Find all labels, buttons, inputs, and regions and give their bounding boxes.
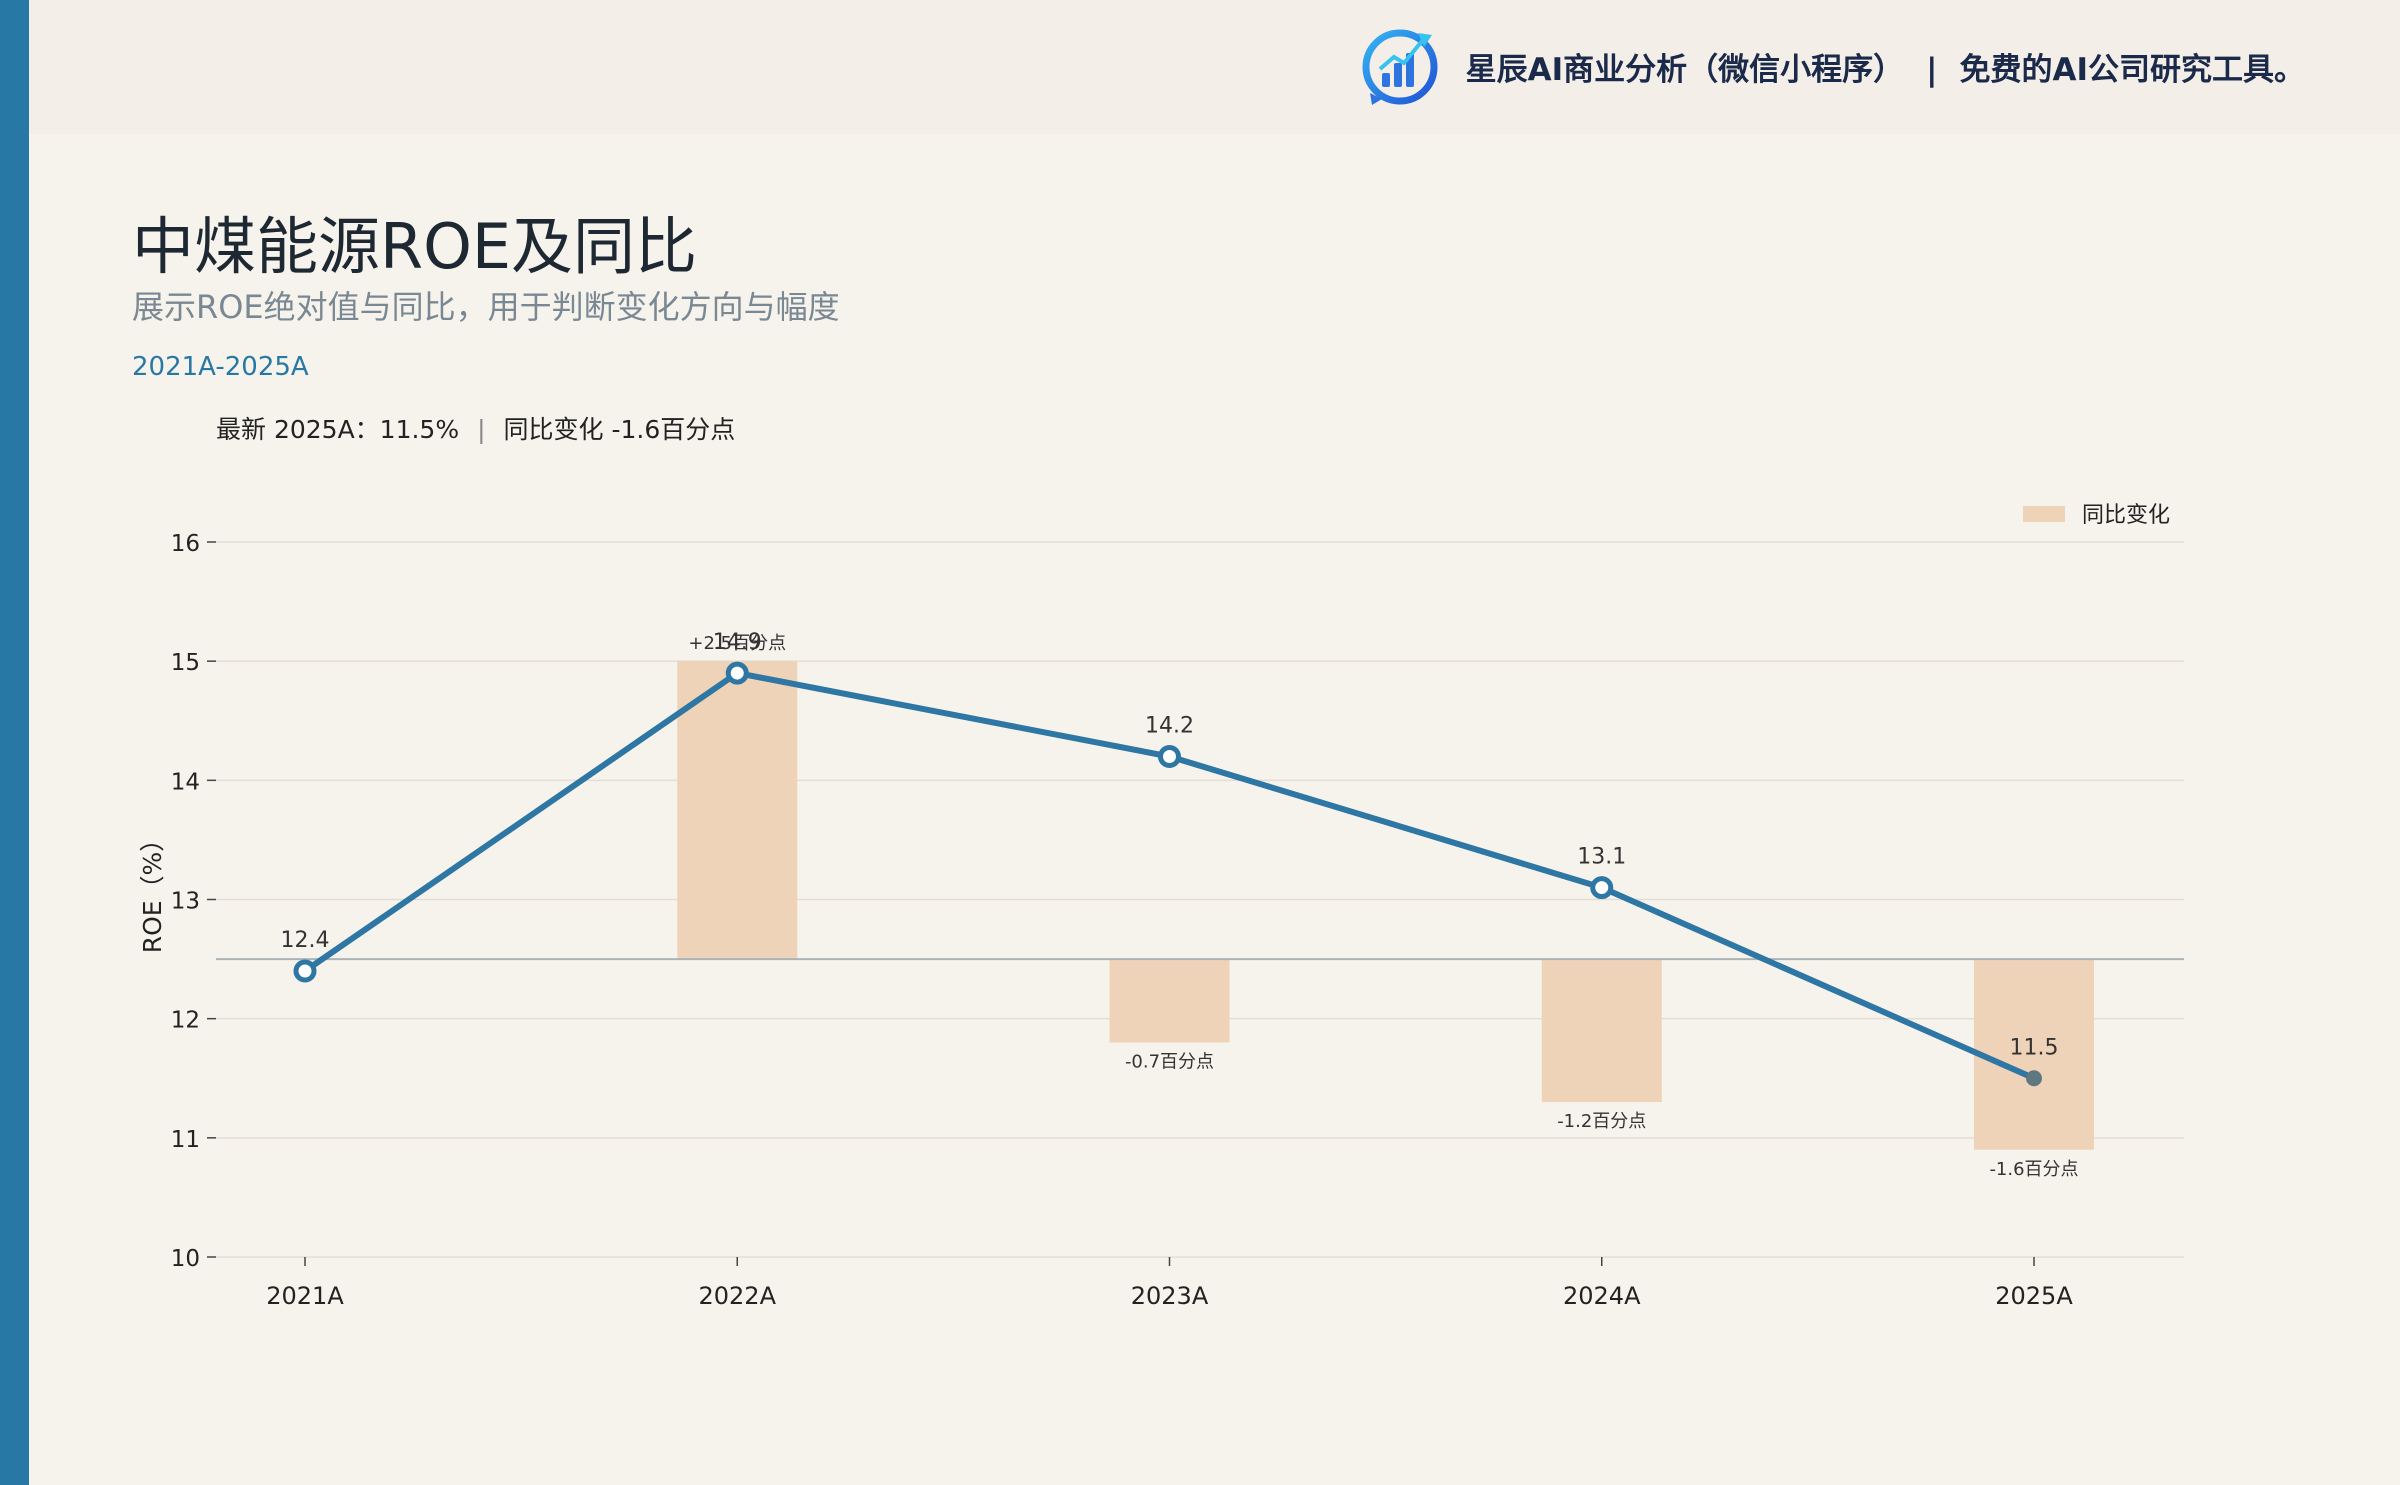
y-tick-label: 13: [171, 889, 200, 915]
yoy-bar: [1109, 959, 1230, 1043]
y-tick-label: 10: [171, 1246, 200, 1272]
yoy-bar-label: -1.2百分点: [1557, 1111, 1646, 1132]
yoy-bar-label: -1.6百分点: [1989, 1159, 2078, 1180]
y-tick-label: 14: [171, 769, 200, 795]
legend-swatch: [2023, 506, 2065, 522]
x-tick-label: 2022A: [699, 1282, 777, 1310]
roe-point: [1158, 745, 1181, 768]
roe-data-label: 14.9: [713, 630, 762, 655]
roe-data-label: 11.5: [2010, 1035, 2059, 1060]
roe-point: [293, 959, 317, 983]
roe-chart: 10111213141516ROE（%）+2.5百分点-0.7百分点-1.2百分…: [138, 503, 2184, 1310]
roe-point-latest: [2026, 1070, 2042, 1087]
legend-label: 同比变化: [2082, 503, 2170, 528]
x-tick-label: 2025A: [1995, 1282, 2073, 1310]
x-tick-label: 2021A: [266, 1282, 344, 1310]
x-tick-label: 2023A: [1131, 1282, 1209, 1310]
roe-data-label: 12.4: [281, 928, 330, 953]
yoy-bar-label: -0.7百分点: [1125, 1052, 1214, 1073]
y-axis-label: ROE（%）: [138, 827, 167, 954]
y-tick-label: 15: [171, 650, 200, 676]
yoy-bar: [677, 661, 798, 960]
roe-data-label: 13.1: [1577, 845, 1626, 870]
y-tick-label: 11: [171, 1127, 200, 1153]
roe-point: [725, 661, 749, 685]
x-tick-label: 2024A: [1563, 1282, 1641, 1310]
yoy-bar: [1541, 959, 1662, 1103]
roe-point: [1590, 876, 1614, 900]
y-tick-label: 16: [171, 531, 200, 557]
roe-data-label: 14.2: [1145, 714, 1194, 739]
y-tick-label: 12: [171, 1008, 200, 1034]
